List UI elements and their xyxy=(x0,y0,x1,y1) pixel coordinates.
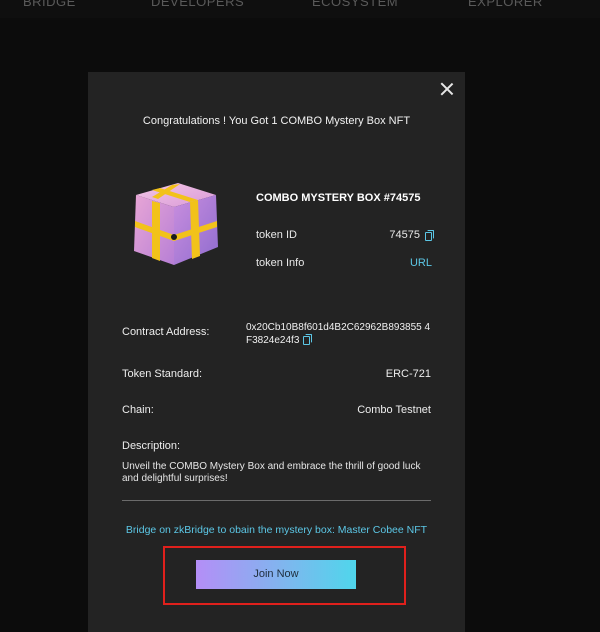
copy-icon[interactable] xyxy=(303,334,313,345)
token-info-row: token Info URL xyxy=(256,257,432,269)
description-text: Unveil the COMBO Mystery Box and embrace… xyxy=(122,461,421,484)
mystery-box-image xyxy=(134,183,218,265)
token-id-value: 74575 xyxy=(389,229,420,241)
nft-title: COMBO MYSTERY BOX #74575 xyxy=(256,192,421,204)
copy-icon[interactable] xyxy=(425,230,434,241)
contract-address-label: Contract Address: xyxy=(122,326,210,338)
token-info-label: token Info xyxy=(256,257,305,269)
description-label: Description: xyxy=(122,440,181,452)
join-now-button[interactable]: Join Now xyxy=(196,560,356,589)
contract-address-value: 0x20Cb10B8f601d4B2C62962B893855 4F3824e2… xyxy=(246,321,436,347)
contract-address-text: 0x20Cb10B8f601d4B2C62962B893855 4F3824e2… xyxy=(246,322,431,346)
token-id-row: token ID 74575 xyxy=(256,229,434,241)
modal-title: Congratulations ! You Got 1 COMBO Myster… xyxy=(142,115,411,127)
token-info-url-link[interactable]: URL xyxy=(410,257,432,269)
token-standard-label: Token Standard: xyxy=(122,368,203,380)
nav-item-ecosystem[interactable]: ECOSYSTEM xyxy=(312,0,398,9)
bridge-link[interactable]: Bridge on zkBridge to obain the mystery … xyxy=(88,524,465,536)
divider xyxy=(122,500,431,501)
nav-item-explorer[interactable]: EXPLORER xyxy=(468,0,543,9)
top-nav: BRIDGE DEVELOPERS ECOSYSTEM EXPLORER xyxy=(0,0,600,12)
nav-item-developers[interactable]: DEVELOPERS xyxy=(151,0,244,9)
nav-item-bridge[interactable]: BRIDGE xyxy=(23,0,76,9)
chain-label: Chain: xyxy=(122,404,154,416)
token-standard-value: ERC-721 xyxy=(385,368,431,380)
close-icon[interactable] xyxy=(439,81,455,97)
token-id-label: token ID xyxy=(256,229,297,241)
chain-value: Combo Testnet xyxy=(357,404,431,416)
nft-reward-modal: Congratulations ! You Got 1 COMBO Myster… xyxy=(88,72,465,632)
